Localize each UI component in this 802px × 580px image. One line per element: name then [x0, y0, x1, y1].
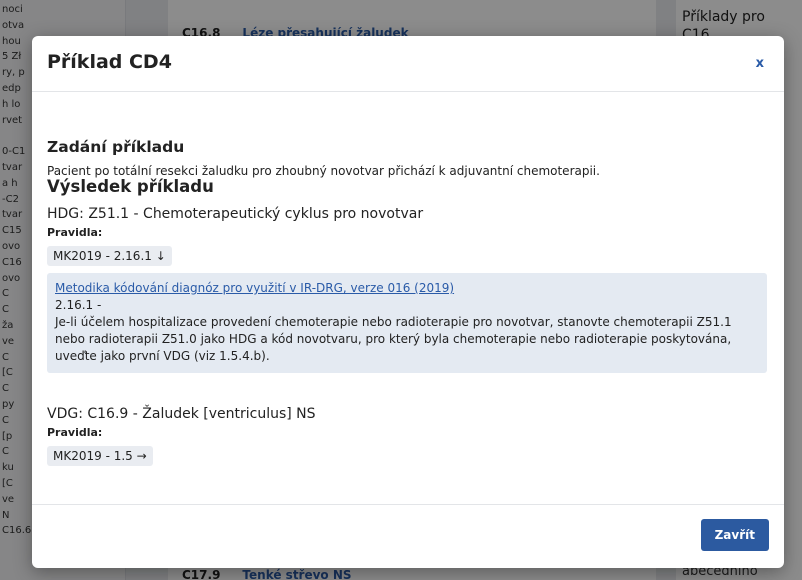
- rule-chip-1-5[interactable]: MK2019 - 1.5 →: [47, 446, 153, 466]
- rules-label: Pravidla:: [47, 426, 103, 439]
- section-heading-vysledek: Výsledek příkladu: [47, 177, 214, 196]
- rule-description: Je-li účelem hospitalizace provedení che…: [55, 315, 732, 363]
- zadani-text: Pacient po totální resekci žaludku pro z…: [47, 164, 600, 178]
- close-button[interactable]: Zavřít: [700, 519, 769, 551]
- rule-reference-box: Metodika kódování diagnóz pro využití v …: [47, 273, 767, 373]
- rules-label: Pravidla:: [47, 226, 103, 239]
- vdg-diagnosis: VDG: C16.9 - Žaludek [ventriculus] NS: [47, 406, 316, 422]
- hdg-rule-chip-wrap: MK2019 - 2.16.1 ↓: [47, 245, 172, 266]
- example-modal: Příklad CD4 x Zadání příkladu Pacient po…: [32, 36, 784, 568]
- modal-header: Příklad CD4 x: [32, 36, 784, 92]
- modal-title: Příklad CD4: [47, 51, 172, 73]
- vdg-rule-chip-wrap: MK2019 - 1.5 →: [47, 445, 153, 466]
- rule-number: 2.16.1 -: [55, 298, 102, 312]
- section-heading-zadani: Zadání příkladu: [47, 138, 185, 156]
- hdg-diagnosis: HDG: Z51.1 - Chemoterapeutický cyklus pr…: [47, 206, 424, 222]
- rule-chip-2-16-1[interactable]: MK2019 - 2.16.1 ↓: [47, 246, 172, 266]
- methodology-link[interactable]: Metodika kódování diagnóz pro využití v …: [55, 281, 759, 295]
- modal-footer: Zavřít: [32, 504, 784, 568]
- close-icon[interactable]: x: [756, 56, 764, 71]
